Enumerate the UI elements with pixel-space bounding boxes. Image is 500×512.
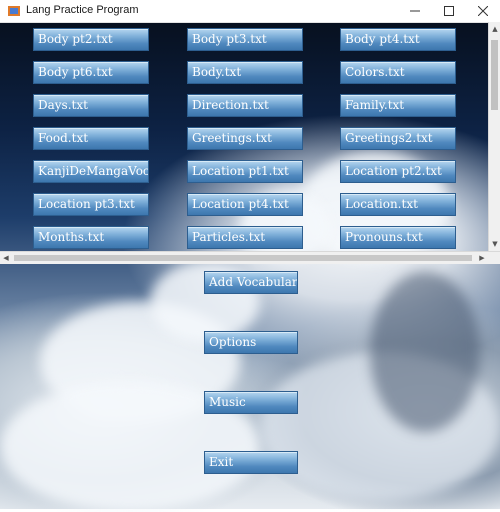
horizontal-scroll-thumb[interactable]	[14, 255, 472, 261]
file-button[interactable]: Particles.txt	[187, 226, 303, 249]
vertical-scrollbar[interactable]: ▲ ▼	[488, 22, 500, 251]
file-button[interactable]: Days.txt	[33, 94, 149, 117]
file-button[interactable]: Location pt4.txt	[187, 193, 303, 216]
file-button[interactable]: Family.txt	[340, 94, 456, 117]
scroll-right-icon[interactable]: ▶	[476, 252, 488, 264]
file-button[interactable]: Location pt3.txt	[33, 193, 149, 216]
options-button[interactable]: Options	[204, 331, 298, 354]
file-button[interactable]: Greetings.txt	[187, 127, 303, 150]
minimize-icon	[410, 10, 420, 12]
java-app-icon	[8, 6, 20, 16]
file-button[interactable]: Location pt2.txt	[340, 160, 456, 183]
file-button[interactable]: Food.txt	[33, 127, 149, 150]
file-button[interactable]: Greetings2.txt	[340, 127, 456, 150]
maximize-button[interactable]	[432, 0, 466, 22]
music-button[interactable]: Music	[204, 391, 298, 414]
scroll-down-icon[interactable]: ▼	[489, 237, 500, 251]
file-button[interactable]: Pronouns.txt	[340, 226, 456, 249]
scroll-up-icon[interactable]: ▲	[489, 22, 500, 36]
file-button[interactable]: Body pt4.txt	[340, 28, 456, 51]
file-button[interactable]: Location.txt	[340, 193, 456, 216]
horizontal-scrollbar[interactable]: ◀ ▶	[0, 251, 500, 264]
close-button[interactable]	[466, 0, 500, 22]
file-button[interactable]: Body.txt	[187, 61, 303, 84]
file-button[interactable]: Direction.txt	[187, 94, 303, 117]
file-button[interactable]: Body pt2.txt	[33, 28, 149, 51]
window-title: Lang Practice Program	[26, 4, 139, 16]
file-button[interactable]: KanjiDeMangaVoc1.txt	[33, 160, 149, 183]
maximize-icon	[444, 6, 454, 16]
vertical-scroll-thumb[interactable]	[491, 40, 498, 110]
close-icon	[478, 6, 488, 16]
scroll-left-icon[interactable]: ◀	[0, 252, 12, 264]
file-button[interactable]: Location pt1.txt	[187, 160, 303, 183]
file-button[interactable]: Body pt3.txt	[187, 28, 303, 51]
file-button[interactable]: Colors.txt	[340, 61, 456, 84]
file-button[interactable]: Months.txt	[33, 226, 149, 249]
vocabulary-file-list: Body pt2.txt Body pt3.txt Body pt4.txt B…	[0, 22, 488, 251]
add-vocabulary-button[interactable]: Add Vocabulary	[204, 271, 298, 294]
file-button[interactable]: Body pt6.txt	[33, 61, 149, 84]
minimize-button[interactable]	[398, 0, 432, 22]
title-bar: Lang Practice Program	[0, 0, 500, 23]
exit-button[interactable]: Exit	[204, 451, 298, 474]
